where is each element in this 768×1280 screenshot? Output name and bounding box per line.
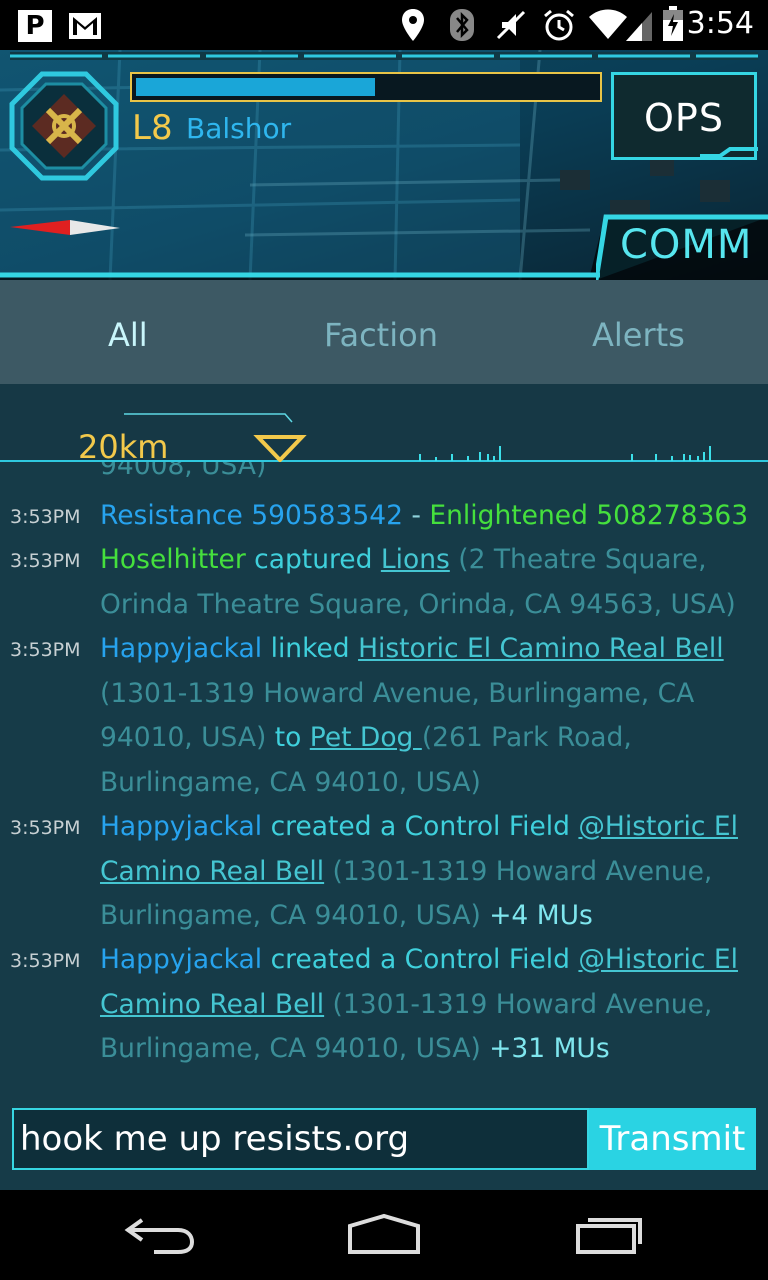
xp-progress-fill xyxy=(136,78,375,96)
range-label: 20km xyxy=(78,428,169,466)
agent-link[interactable]: Hoselhitter xyxy=(100,544,246,575)
location-icon xyxy=(400,8,426,46)
message-body: Resistance 590583542 - Enlightened 50827… xyxy=(100,494,765,539)
agent-link[interactable]: Happyjackal xyxy=(100,633,262,664)
partial-message: 94008, USA) xyxy=(100,462,267,481)
mu-count: +4 MUs xyxy=(480,900,593,931)
message-time: 3:53PM xyxy=(10,506,81,528)
faction-badge[interactable] xyxy=(8,70,120,182)
battery-icon xyxy=(662,6,684,46)
action-text: linked xyxy=(262,633,359,664)
tab-alerts[interactable]: Alerts xyxy=(592,316,685,354)
message-time: 3:53PM xyxy=(10,550,81,572)
range-selector[interactable]: 20km xyxy=(0,384,768,466)
wifi-icon xyxy=(588,8,628,44)
transmit-button[interactable]: Transmit xyxy=(589,1108,756,1170)
message-time: 3:53PM xyxy=(10,817,81,839)
tab-faction[interactable]: Faction xyxy=(324,316,438,354)
message-body: Happyjackal created a Control Field @His… xyxy=(100,938,765,1072)
message-body: Hoselhitter captured Lions (2 Theatre Sq… xyxy=(100,538,765,627)
home-icon[interactable] xyxy=(346,1212,422,1260)
portal-link-2[interactable]: Pet Dog xyxy=(310,722,422,753)
mu-count: +31 MUs xyxy=(480,1033,610,1064)
nav-bar xyxy=(0,1190,768,1280)
back-icon[interactable] xyxy=(124,1216,196,1260)
message-feed[interactable]: 94008, USA) 3:53PM Resistance 590583542 … xyxy=(0,462,768,1102)
resistance-score: Resistance 590583542 xyxy=(100,500,403,531)
top-frame-bar xyxy=(10,52,758,60)
message-time: 3:53PM xyxy=(10,950,81,972)
portal-link[interactable]: Historic El Camino Real Bell xyxy=(358,633,724,664)
message-body: Happyjackal created a Control Field @His… xyxy=(100,805,765,939)
xp-progress-bar xyxy=(130,72,602,102)
enlightened-score: Enlightened 508278363 xyxy=(429,500,749,531)
status-bar: P 3:54 xyxy=(0,0,768,50)
connector-text: to xyxy=(266,722,310,753)
comm-tabs: All Faction Alerts xyxy=(0,280,768,384)
action-text: created a Control Field xyxy=(262,811,579,842)
tab-all[interactable]: All xyxy=(108,316,148,354)
faction-badge-icon xyxy=(9,71,119,181)
agent-name[interactable]: Balshor xyxy=(186,112,291,145)
clock: 3:54 xyxy=(686,6,754,41)
ops-corner-decoration xyxy=(700,147,758,158)
gmail-icon xyxy=(68,12,102,44)
recents-icon[interactable] xyxy=(574,1212,646,1260)
compass-icon[interactable] xyxy=(10,215,122,249)
portal-link[interactable]: Lions xyxy=(381,544,450,575)
message-body: Happyjackal linked Historic El Camino Re… xyxy=(100,627,765,805)
message-input[interactable] xyxy=(12,1108,589,1170)
bluetooth-icon xyxy=(448,8,476,46)
comm-button[interactable]: COMM xyxy=(620,222,752,268)
alarm-icon xyxy=(542,8,576,46)
action-text: captured xyxy=(245,544,381,575)
agent-level: L8 xyxy=(132,108,173,148)
mute-icon xyxy=(494,8,528,46)
action-text: created a Control Field xyxy=(262,944,579,975)
score-separator: - xyxy=(402,500,430,531)
message-time: 3:53PM xyxy=(10,639,81,661)
agent-link[interactable]: Happyjackal xyxy=(100,944,262,975)
agent-link[interactable]: Happyjackal xyxy=(100,811,262,842)
p-icon: P xyxy=(18,10,52,42)
signal-icon xyxy=(624,10,654,46)
